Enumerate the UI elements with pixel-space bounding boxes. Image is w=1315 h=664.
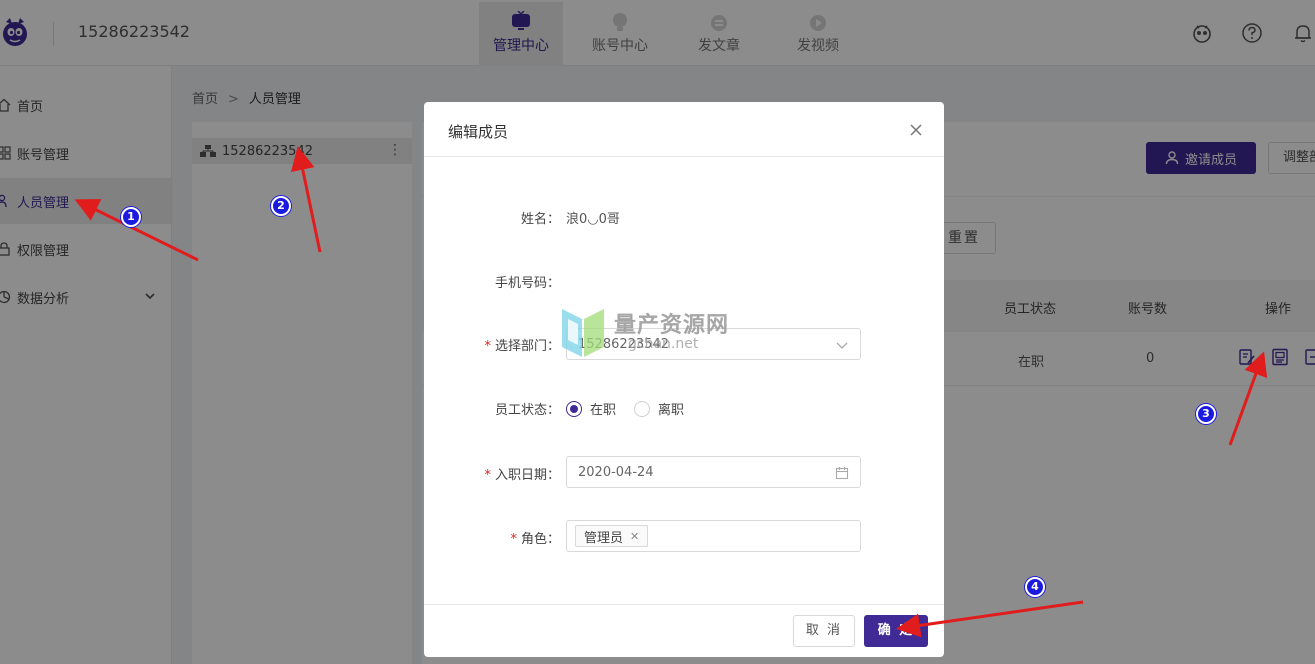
edit-member-dialog: 编辑成员 姓名： 浪0◡0哥 手机号码： * 选择部门： 15286223542 … xyxy=(424,102,944,657)
dialog-header-divider xyxy=(424,156,944,157)
radio-label: 离职 xyxy=(658,403,685,418)
role-label: * 角色： xyxy=(424,528,560,547)
role-tag-label: 管理员 xyxy=(584,530,624,546)
watermark-url: gchan.net xyxy=(628,336,699,352)
phone-label: 手机号码： xyxy=(494,276,560,291)
hire-date-label-text: 入职日期： xyxy=(494,468,560,483)
annotation-badge-2: 2 xyxy=(271,196,291,216)
dialog-footer-divider xyxy=(424,604,944,605)
confirm-button[interactable]: 确 定 xyxy=(864,615,928,647)
hire-date-value: 2020-04-24 xyxy=(578,465,654,480)
radio-unchecked-icon xyxy=(634,400,650,417)
required-mark: * xyxy=(484,339,491,354)
status-radio-resigned[interactable]: 离职 xyxy=(634,399,684,418)
chevron-down-icon xyxy=(836,342,848,349)
annotation-badge-3: 3 xyxy=(1196,404,1216,424)
cancel-button[interactable]: 取 消 xyxy=(793,615,855,647)
status-label: 员工状态： xyxy=(494,403,560,418)
calendar-icon xyxy=(835,467,849,480)
annotation-badge-1: 1 xyxy=(121,207,141,227)
radio-label: 在职 xyxy=(590,403,617,418)
role-label-text: 角色： xyxy=(520,532,560,547)
required-mark: * xyxy=(510,532,517,547)
name-value: 浪0◡0哥 xyxy=(566,212,620,227)
watermark-text: 量产资源网 xyxy=(614,313,730,338)
radio-checked-icon xyxy=(566,400,582,417)
department-label-text: 选择部门： xyxy=(494,339,560,354)
status-radio-active[interactable]: 在职 xyxy=(566,399,616,418)
required-mark: * xyxy=(484,468,491,483)
watermark: 量产资源网 gchan.net xyxy=(558,305,768,360)
role-tag: 管理员 ✕ xyxy=(575,525,649,547)
name-label: 姓名： xyxy=(520,212,560,227)
close-icon[interactable] xyxy=(908,122,924,138)
dialog-title: 编辑成员 xyxy=(448,123,509,141)
hire-date-label: * 入职日期： xyxy=(424,464,560,483)
department-label: * 选择部门： xyxy=(424,335,560,354)
annotation-badge-4: 4 xyxy=(1025,577,1045,597)
role-select[interactable]: 管理员 ✕ xyxy=(566,520,861,552)
tag-close-icon[interactable]: ✕ xyxy=(630,530,639,543)
watermark-logo-icon xyxy=(562,309,604,357)
hire-date-picker[interactable]: 2020-04-24 xyxy=(566,456,861,488)
